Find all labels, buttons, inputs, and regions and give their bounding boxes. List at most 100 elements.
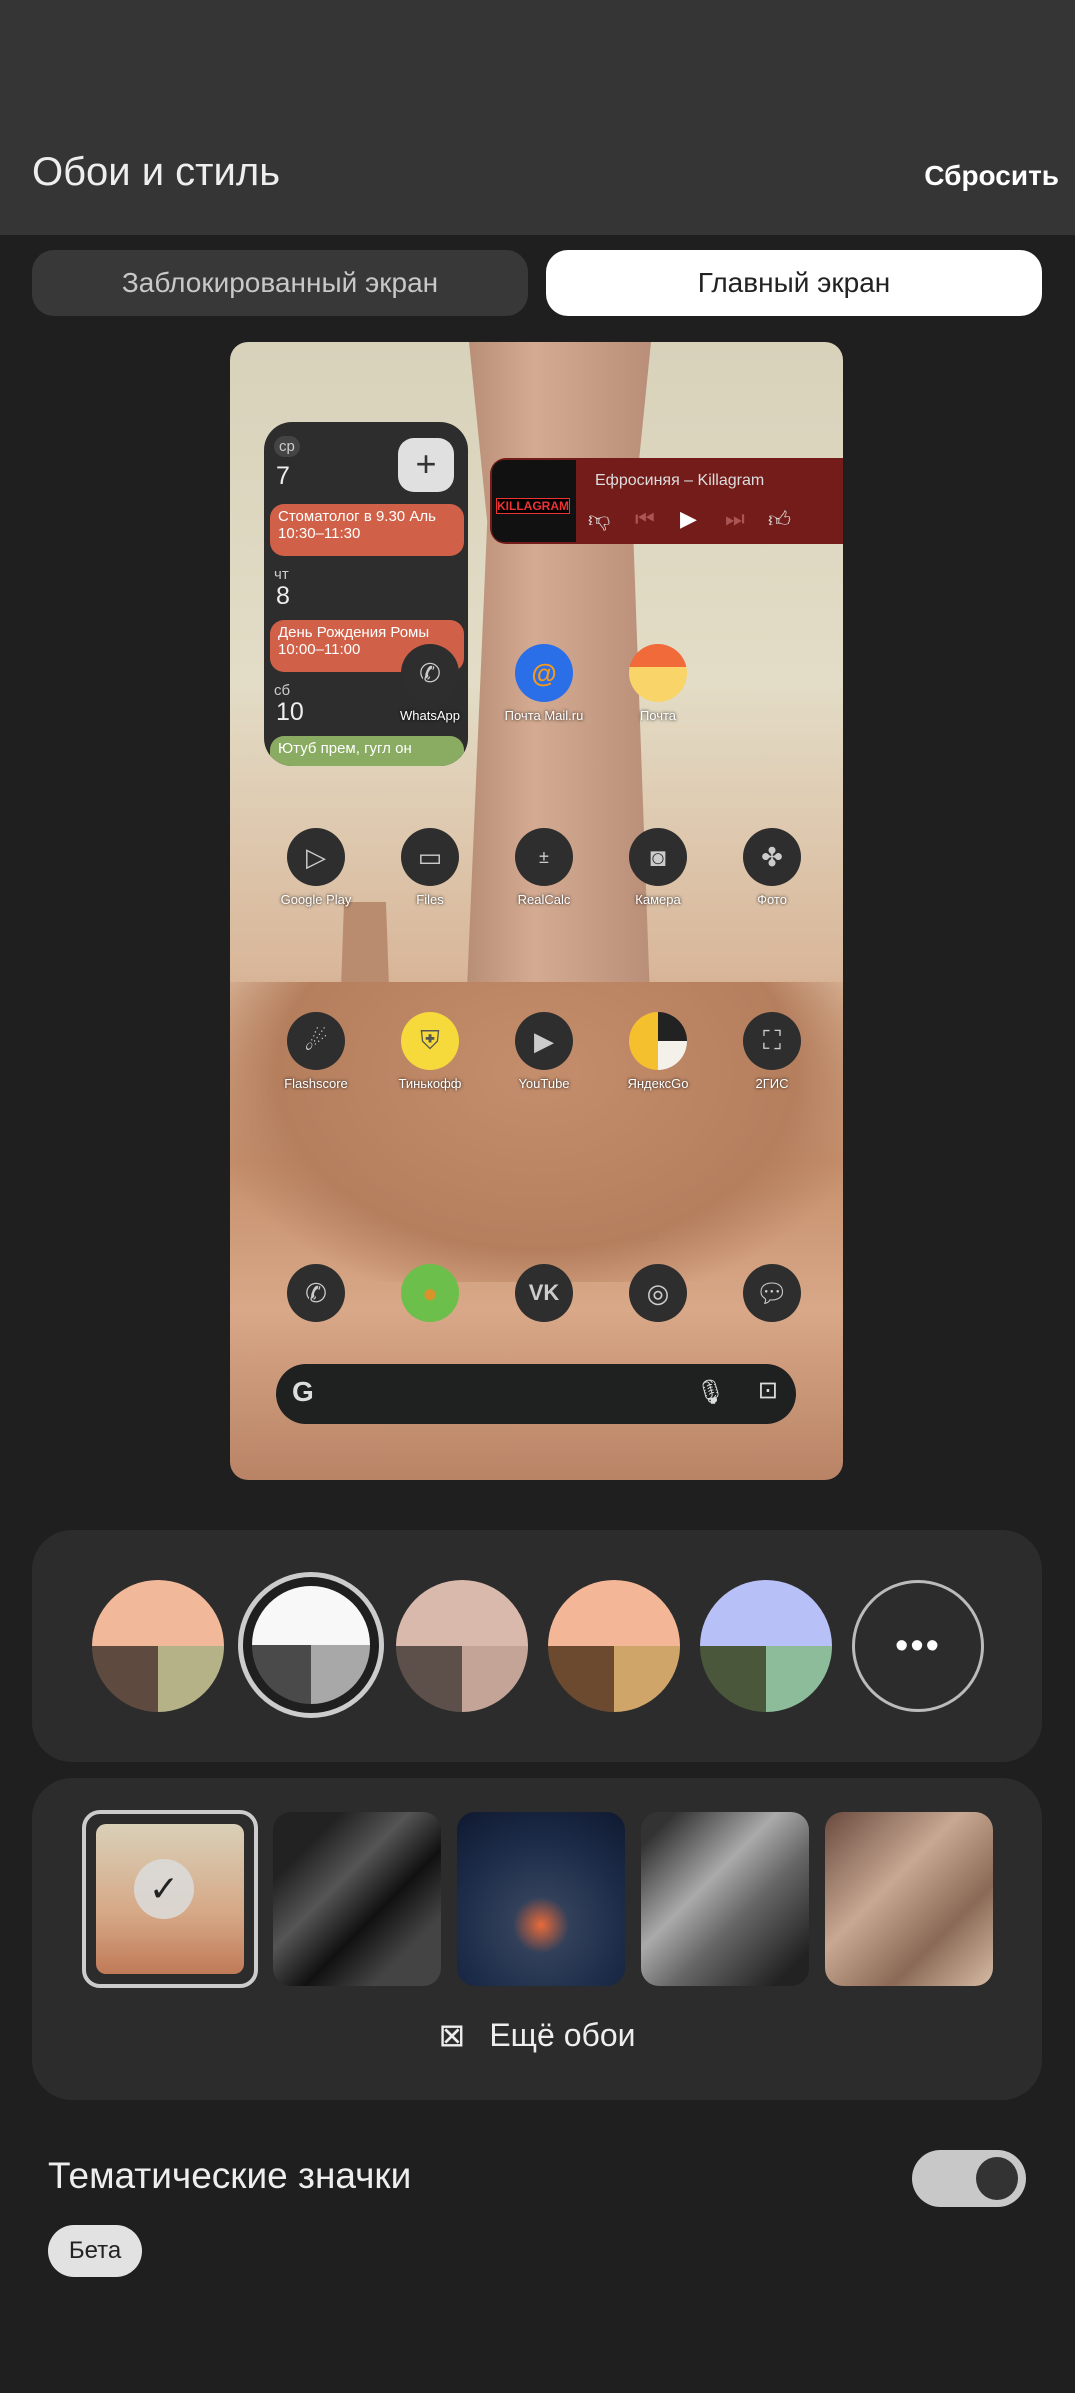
yandex-mail-icon [629,644,687,702]
day-number: 10 [276,698,304,726]
app-label: Flashscore [284,1076,348,1091]
day-label: сб [274,682,291,699]
app-google-play[interactable]: ▷ Google Play [266,828,366,907]
dock-messages[interactable]: 💬︎ [722,1264,822,1322]
song-title: Ефросиняя – Killagram [595,472,765,489]
page-title: Обои и стиль [32,150,281,194]
google-search-bar[interactable]: G 🎙︎ ⊡ [276,1364,796,1424]
next-icon[interactable]: ⏭︎ [725,506,745,532]
day-number: 8 [276,582,290,610]
files-icon: ▭ [401,828,459,886]
app-label: Почта Mail.ru [504,708,584,723]
app-label: Почта [639,708,677,723]
app-label: Камера [635,892,681,907]
palette-option[interactable] [700,1580,832,1712]
like-icon[interactable]: 👍︎ [768,506,791,533]
flashscore-icon: ☄ [287,1012,345,1070]
dock-app[interactable]: ● [380,1264,480,1322]
music-widget[interactable]: KILLAGRAM Ефросиняя – Killagram 👎︎ ⏮︎ ▶ … [490,458,843,544]
themed-icons-label: Тематические значки [48,2155,412,2196]
palette-option[interactable] [92,1580,224,1712]
day-label: чт [274,566,289,583]
app-label: Files [416,892,444,907]
app-label: RealCalc [517,892,571,907]
dock-chrome[interactable]: ◎ [608,1264,708,1322]
app-label: WhatsApp [400,708,460,723]
palette-option-selected[interactable] [238,1572,384,1718]
event-item[interactable]: Ютуб прем, гугл он [270,736,464,766]
app-label: YouTube [518,1076,570,1091]
vk-icon: VK [515,1264,573,1322]
google-logo: G [292,1376,314,1407]
app-yandex-mail[interactable]: Почта [608,644,708,723]
lens-icon[interactable]: ⊡ [758,1376,778,1405]
app-label: 2ГИС [755,1076,789,1091]
play-store-icon: ▷ [287,828,345,886]
app-photos[interactable]: ✤ Фото [722,828,822,907]
wallpaper-thumb[interactable] [273,1812,441,1986]
tinkoff-icon: ⛨ [401,1012,459,1070]
app-tinkoff[interactable]: ⛨ Тинькофф [380,1012,480,1091]
dislike-icon[interactable]: 👎︎ [588,506,610,533]
phone-icon: ✆ [287,1264,345,1322]
youtube-icon: ▶ [515,1012,573,1070]
wallpaper-thumb-selected[interactable]: ✓ [82,1810,258,1988]
reset-button[interactable]: Сбросить [924,160,1059,192]
app-yandex-go[interactable]: ЯндексGo [608,1012,708,1091]
event-title: День Рождения Ромы [278,624,430,641]
wallpaper-panel: ✓ ⊠ Ещё обои [32,1778,1042,2100]
app-label: ЯндексGo [627,1076,689,1091]
themed-icons-toggle[interactable] [912,2150,1026,2207]
day-number: 7 [276,462,290,490]
more-wallpapers-button[interactable]: ⊠ Ещё обои [32,2016,1042,2054]
event-item[interactable]: Стоматолог в 9.30 Аль 10:30–11:30 [270,504,464,556]
app-whatsapp[interactable]: ✆ WhatsApp [380,644,480,723]
beta-badge: Бета [48,2225,142,2277]
mic-icon[interactable]: 🎙︎ [696,1378,726,1407]
tab-home-screen[interactable]: Главный экран [546,250,1042,316]
tab-lock-screen[interactable]: Заблокированный экран [32,250,528,316]
event-title: Стоматолог в 9.30 Аль [278,508,436,525]
toggle-knob [976,2157,1018,2200]
mail-ru-icon: @ [515,644,573,702]
image-icon: ⊠ [438,2017,466,2053]
album-art: KILLAGRAM [492,460,576,542]
checkmark-icon: ✓ [134,1859,194,1919]
app-flashscore[interactable]: ☄ Flashscore [266,1012,366,1091]
app-files[interactable]: ▭ Files [380,828,480,907]
app-label: Фото [757,892,787,907]
more-colors-button[interactable]: ••• [852,1580,984,1712]
wallpaper-thumb[interactable] [825,1812,993,1986]
add-event-button[interactable]: + [398,438,454,492]
more-wallpapers-label: Ещё обои [489,2017,636,2053]
2gis-icon: ⛶ [743,1012,801,1070]
photos-icon: ✤ [743,828,801,886]
wallpaper-thumb[interactable] [641,1812,809,1986]
color-palette-panel: ••• [32,1530,1042,1762]
app-2gis[interactable]: ⛶ 2ГИС [722,1012,822,1091]
app-camera[interactable]: ◙ Камера [608,828,708,907]
day-label: ср [274,436,300,457]
app-youtube[interactable]: ▶ YouTube [494,1012,594,1091]
app-label: Google Play [280,892,352,907]
chrome-icon: ◎ [629,1264,687,1322]
palette-option[interactable] [548,1580,680,1712]
dock-vk[interactable]: VK [494,1264,594,1322]
app-label: Тинькофф [398,1076,462,1091]
calculator-icon: ± [515,828,573,886]
wallpaper-thumb[interactable] [457,1812,625,1986]
palette-option[interactable] [396,1580,528,1712]
event-time: 10:30–11:30 [278,525,361,542]
dock-phone[interactable]: ✆ [266,1264,366,1322]
event-title: Ютуб прем, гугл он [278,740,412,757]
play-icon[interactable]: ▶ [680,506,697,532]
camera-icon: ◙ [629,828,687,886]
messages-icon: 💬︎ [743,1264,801,1322]
previous-icon[interactable]: ⏮︎ [635,506,655,532]
app-mail-ru[interactable]: @ Почта Mail.ru [494,644,594,723]
app-icon: ● [401,1264,459,1322]
app-realcalc[interactable]: ± RealCalc [494,828,594,907]
yandex-go-icon [629,1012,687,1070]
album-art-text: KILLAGRAM [496,498,570,514]
whatsapp-icon: ✆ [401,644,459,702]
